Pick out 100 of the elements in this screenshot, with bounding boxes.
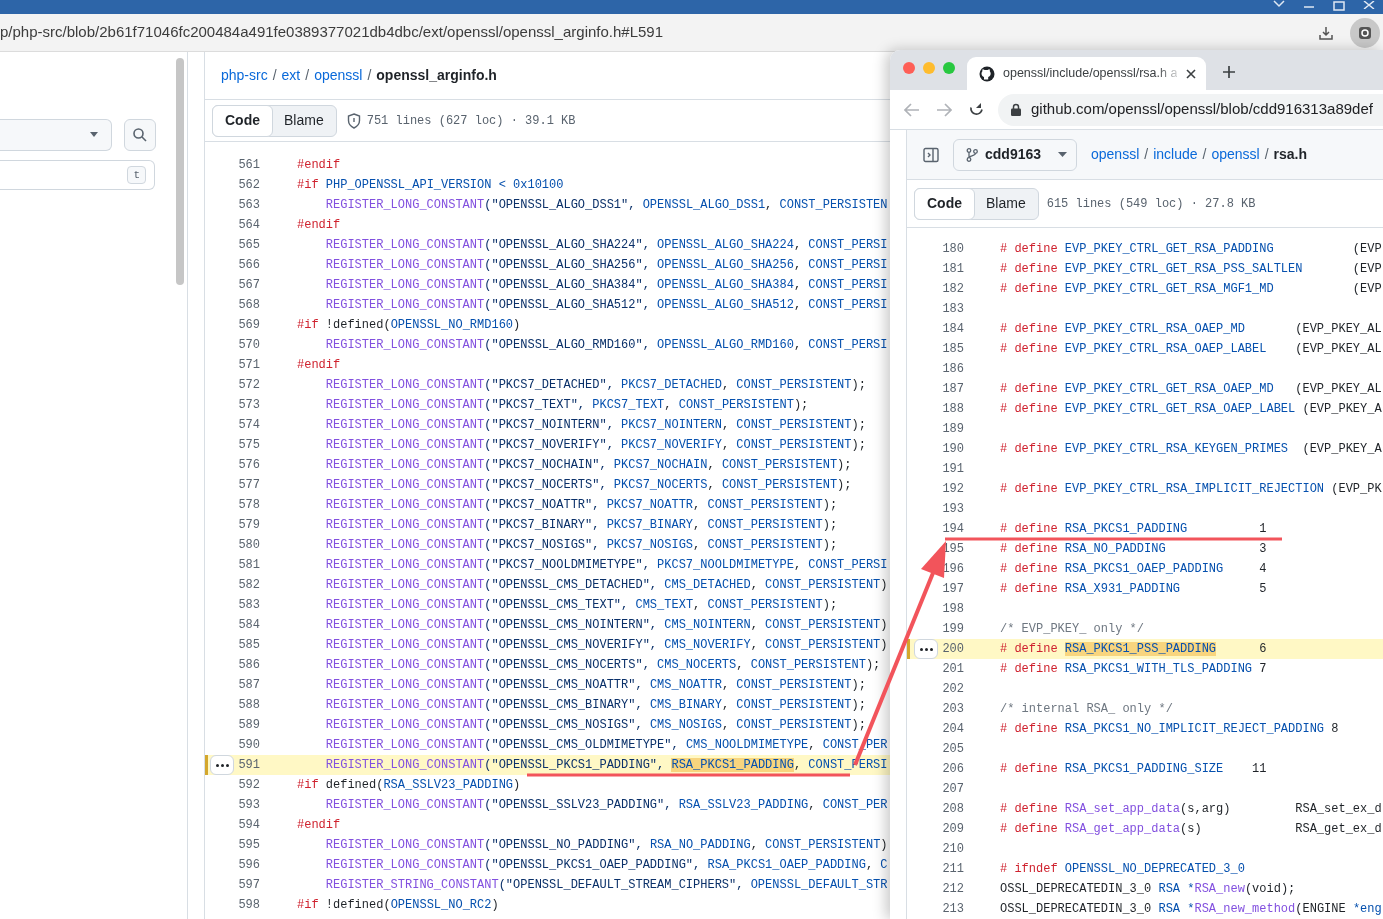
- code-line: #endif: [297, 157, 341, 174]
- line-number: 212: [941, 881, 964, 898]
- line-number: 568: [237, 297, 260, 314]
- line-number: 569: [237, 317, 260, 334]
- code-line: /* internal RSA_ only */: [1000, 701, 1173, 718]
- line-number: 566: [237, 257, 260, 274]
- extension-button[interactable]: [1350, 17, 1380, 48]
- line-number: 581: [237, 557, 260, 574]
- line-number: 191: [941, 461, 964, 478]
- line-number: 185: [941, 341, 964, 358]
- line-number: 562: [237, 177, 260, 194]
- view-tab[interactable]: Code: [914, 187, 975, 220]
- code-line: #if PHP_OPENSSL_API_VERSION < 0x10100: [297, 177, 564, 194]
- breadcrumb-separator: /: [305, 66, 310, 85]
- chevron-icon[interactable]: [1273, 0, 1285, 8]
- browser-tab[interactable]: openssl/include/openssl/rsa.h a: [967, 57, 1206, 90]
- search-button[interactable]: [124, 119, 156, 151]
- code-line: REGISTER_LONG_CONSTANT("OPENSSL_CMS_NOATTR", CMS_NOATTR, CONST_PERSISTENT);: [324, 677, 866, 694]
- more-button[interactable]: [210, 755, 234, 775]
- code-line: REGISTER_LONG_CONSTANT("PKCS7_TEXT", PKCS7_TEXT, CONST_PERSISTENT);: [324, 397, 809, 414]
- breadcrumb-link[interactable]: include: [1153, 144, 1198, 165]
- address-text: p/php-src/blob/2b61f71046fc200484a491fe0389377021db4dbc/ext/openssl/openssl_arginfo.h#L591: [0, 22, 664, 43]
- code-line: REGISTER_LONG_CONSTANT("OPENSSL_CMS_NOVERIFY", CMS_NOVERIFY, CONST_PERSISTENT): [324, 637, 888, 654]
- branch-name: cdd9163: [985, 145, 1042, 164]
- breadcrumb-link[interactable]: openssl: [1091, 144, 1140, 165]
- sidebar-toggle-icon[interactable]: [923, 146, 939, 163]
- code-line: REGISTER_LONG_CONSTANT("PKCS7_NOATTR", PKCS7_NOATTR, CONST_PERSISTENT);: [324, 497, 838, 514]
- line-number: 190: [941, 441, 964, 458]
- breadcrumb-link[interactable]: openssl: [1211, 144, 1260, 165]
- line-number: 181: [941, 261, 964, 278]
- breadcrumb-link[interactable]: openssl: [314, 65, 363, 86]
- view-tab[interactable]: Blame: [974, 188, 1038, 219]
- breadcrumb-separator: /: [1264, 145, 1269, 164]
- code-line: # define EVP_PKEY_CTRL_GET_RSA_PSS_SALTLEN (EVP: [1000, 261, 1382, 278]
- file-name: rsa.h: [1273, 145, 1308, 164]
- logo-icon: [979, 65, 995, 82]
- code-line: REGISTER_LONG_CONSTANT("OPENSSL_PKCS1_OAEP_PADDING", RSA_PKCS1_OAEP_PADDING, C: [324, 857, 888, 874]
- code-line: #if !defined(OPENSSL_NO_RMD160): [297, 317, 521, 334]
- code-line: # define RSA_PKCS1_PADDING 1: [1000, 521, 1267, 538]
- code-line: # define EVP_PKEY_CTRL_RSA_IMPLICIT_REJECTION (EVP_PK: [1000, 481, 1382, 498]
- more-button[interactable]: [914, 639, 938, 659]
- view-tab[interactable]: Blame: [272, 105, 336, 136]
- code-line: # define EVP_PKEY_CTRL_GET_RSA_MGF1_MD (EVP: [1000, 281, 1382, 298]
- code-line: REGISTER_LONG_CONSTANT("OPENSSL_CMS_DETACHED", CMS_DETACHED, CONST_PERSISTENT): [324, 577, 888, 594]
- maximize-icon[interactable]: [1333, 1, 1345, 11]
- breadcrumb-link[interactable]: php-src: [221, 65, 268, 86]
- line-number: 565: [237, 237, 260, 254]
- plus-icon[interactable]: [1222, 65, 1236, 79]
- code-line: # define RSA_get_app_data(s) RSA_get_ex_d: [1000, 821, 1382, 838]
- line-number: 199: [941, 621, 964, 638]
- address-bar[interactable]: p/php-src/blob/2b61f71046fc200484a491fe0389377021db4dbc/ext/openssl/openssl_arginfo.h#L591: [0, 14, 1383, 52]
- scrollbar-thumb[interactable]: [176, 58, 184, 285]
- download-icon[interactable]: [1318, 24, 1334, 41]
- line-number: 180: [941, 241, 964, 258]
- line-number: 196: [941, 561, 964, 578]
- line-number: 585: [237, 637, 260, 654]
- view-tab[interactable]: Code: [212, 104, 273, 137]
- tab-title: openssl/include/openssl/rsa.h a: [1003, 65, 1178, 83]
- line-number: 200: [941, 641, 964, 658]
- code-line: # define RSA_PKCS1_NO_IMPLICIT_REJECT_PADDING 8: [1000, 721, 1339, 738]
- line-number: 590: [237, 737, 260, 754]
- code-line: OSSL_DEPRECATEDIN_3_0 RSA *RSA_new_method(ENGINE *eng: [1000, 901, 1382, 918]
- minimize-icon[interactable]: [1303, 5, 1315, 9]
- line-number: 208: [941, 801, 964, 818]
- line-number: 571: [237, 357, 260, 374]
- url-field[interactable]: github.com/openssl/openssl/blob/cdd916313a89def: [998, 93, 1383, 126]
- line-number: 205: [941, 741, 964, 758]
- line-number: 570: [237, 337, 260, 354]
- line-number: 596: [237, 857, 260, 874]
- url-text: github.com/openssl/openssl/blob/cdd916313a89def: [1031, 99, 1373, 120]
- shield-icon: [346, 112, 361, 129]
- code-line: REGISTER_LONG_CONSTANT("PKCS7_NOINTERN", PKCS7_NOINTERN, CONST_PERSISTENT);: [324, 417, 866, 434]
- line-number: 206: [941, 761, 964, 778]
- line-number: 183: [941, 301, 964, 318]
- reload-icon[interactable]: [969, 102, 984, 117]
- code-line: REGISTER_STRING_CONSTANT("OPENSSL_DEFAULT_STREAM_CIPHERS", OPENSSL_DEFAULT_STR: [324, 877, 888, 894]
- code-line: REGISTER_LONG_CONSTANT("OPENSSL_SSLV23_PADDING", RSA_SSLV23_PADDING, CONST_PER: [324, 797, 888, 814]
- line-number: 592: [237, 777, 260, 794]
- close-icon[interactable]: [1186, 68, 1196, 79]
- code-line: REGISTER_LONG_CONSTANT("OPENSSL_ALGO_SHA384", OPENSSL_ALGO_SHA384, CONST_PERSI: [324, 277, 888, 294]
- line-number: 576: [237, 457, 260, 474]
- code-line: REGISTER_LONG_CONSTANT("OPENSSL_ALGO_DSS1", OPENSSL_ALGO_DSS1, CONST_PERSISTEN: [324, 197, 888, 214]
- line-number: 574: [237, 417, 260, 434]
- line-number: 187: [941, 381, 964, 398]
- line-number: 587: [237, 677, 260, 694]
- breadcrumb-separator: /: [1202, 145, 1207, 164]
- code-line: #endif: [297, 357, 341, 374]
- filter-field[interactable]: t: [0, 160, 155, 190]
- line-number: 189: [941, 421, 964, 438]
- breadcrumb-link[interactable]: ext: [281, 65, 301, 86]
- branch-button[interactable]: cdd9163: [953, 138, 1077, 171]
- line-number: 209: [941, 821, 964, 838]
- breadcrumb-separator: /: [272, 66, 277, 85]
- line-number: 197: [941, 581, 964, 598]
- line-number: 198: [941, 601, 964, 618]
- code-line: REGISTER_LONG_CONSTANT("OPENSSL_NO_PADDING", RSA_NO_PADDING, CONST_PERSISTENT): [324, 837, 888, 854]
- line-number: 578: [237, 497, 260, 514]
- line-number: 593: [237, 797, 260, 814]
- code-line: REGISTER_LONG_CONSTANT("PKCS7_NOCERTS", PKCS7_NOCERTS, CONST_PERSISTENT);: [324, 477, 852, 494]
- lock-icon: [1011, 103, 1021, 116]
